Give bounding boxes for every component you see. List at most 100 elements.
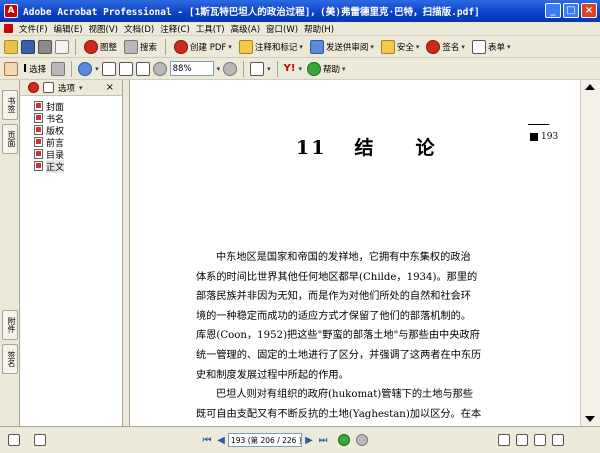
chapter-number: 11 (296, 137, 327, 159)
help-icon (306, 61, 321, 76)
panel-splitter[interactable] (123, 80, 130, 426)
next-page-icon[interactable]: ▶ (302, 433, 316, 447)
open-folder-icon[interactable] (4, 39, 18, 54)
actual-size-icon[interactable] (101, 61, 116, 76)
menu-comments[interactable]: 注释(C) (160, 23, 190, 35)
menu-tools[interactable]: 工具(T) (196, 23, 225, 35)
sign-button[interactable]: 签名 ▾ (424, 38, 467, 56)
chevron-down-icon[interactable]: ▾ (217, 65, 221, 73)
yahoo-icon[interactable]: Y! (284, 63, 296, 74)
scroll-up-icon[interactable] (585, 84, 595, 90)
zoom-level-field[interactable]: 88% (169, 61, 214, 76)
create-pdf-button[interactable]: 创建 PDF ▾ (172, 38, 234, 56)
chapter-title-char: 结 (354, 137, 376, 159)
page-number-field[interactable]: 193 (第 206 / 226 页) (228, 433, 302, 447)
text-line: 体系的时间比世界其他任何地区都早(Childe，1934)。那里的 (196, 271, 478, 283)
zoom-out-icon[interactable] (152, 61, 167, 76)
chevron-down-icon[interactable]: ▾ (267, 65, 271, 73)
continuous-page-icon[interactable] (516, 434, 528, 446)
send-review-label: 发送供审阅 (325, 42, 369, 53)
file-toolbar: 图整 搜索 创建 PDF ▾ 注释和标记 ▾ 发送供审阅 ▾ 安全 ▾ 签名 ▾… (0, 36, 600, 58)
chevron-down-icon: ▾ (342, 64, 346, 73)
help-label: 帮助 (322, 64, 340, 75)
toolbar-divider (243, 60, 245, 77)
toolbar-divider (165, 38, 167, 55)
search-button[interactable]: 搜索 (122, 38, 159, 56)
last-page-icon[interactable]: ⏭ (316, 433, 330, 447)
menu-advanced[interactable]: 高级(A) (231, 23, 260, 35)
hand-tool-icon[interactable] (4, 61, 18, 76)
chevron-down-icon: ▾ (461, 42, 465, 51)
tab-bookmarks[interactable]: 书签 (2, 90, 18, 120)
text-line: 库恩(Coon，1952)把这些"野蛮的部落土地"与那些由中央政府 (196, 330, 480, 342)
go-forward-icon[interactable] (356, 434, 368, 446)
bookmark-item[interactable]: 书名 (34, 112, 122, 125)
scroll-down-icon[interactable] (585, 416, 595, 422)
delete-bookmark-icon[interactable] (28, 82, 39, 93)
bookmark-item-selected[interactable]: 正文 (34, 159, 122, 173)
zoom-in-icon[interactable] (78, 61, 93, 76)
email-icon[interactable] (55, 39, 69, 54)
close-icon[interactable]: × (106, 82, 114, 93)
menu-file[interactable]: 文件(F) (19, 23, 48, 35)
first-page-icon[interactable]: ⏮ (200, 433, 214, 447)
continuous-facing-icon[interactable] (552, 434, 564, 446)
text-cursor-icon: I (23, 62, 28, 75)
sign-icon (426, 39, 441, 54)
page-layout-icon[interactable] (250, 61, 265, 76)
help-button[interactable]: 帮助 ▾ (305, 60, 348, 78)
menu-view[interactable]: 视图(V) (89, 23, 118, 35)
tab-attachments[interactable]: 附件 (2, 310, 18, 340)
vertical-scrollbar[interactable] (580, 80, 600, 426)
document-properties-icon[interactable] (34, 434, 46, 446)
minimize-button[interactable]: _ (545, 3, 561, 18)
new-bookmark-icon[interactable] (43, 82, 54, 93)
options-menu[interactable]: 选项 (58, 82, 75, 94)
menu-help[interactable]: 帮助(H) (304, 23, 334, 35)
page-header-rule (528, 124, 549, 125)
fit-width-icon[interactable] (135, 61, 150, 76)
menu-window[interactable]: 窗口(W) (266, 23, 298, 35)
navigation-pane-tabs: 书签 页面 附件 签名 (0, 80, 20, 426)
select-label: 选择 (29, 64, 47, 75)
organizer-button[interactable]: 图整 (82, 38, 119, 56)
bookmarks-panel-header: 选项 ▾ × (20, 80, 122, 96)
comment-markup-button[interactable]: 注释和标记 ▾ (237, 38, 305, 56)
single-page-icon[interactable] (498, 434, 510, 446)
chevron-down-icon[interactable]: ▾ (79, 84, 83, 92)
bookmark-item[interactable]: 封面 (34, 100, 122, 113)
bookmark-item[interactable]: 目录 (34, 148, 122, 161)
menu-document[interactable]: 文档(D) (124, 23, 154, 35)
secure-button[interactable]: 安全 ▾ (379, 38, 422, 56)
forms-icon (471, 39, 486, 54)
select-tool-button[interactable]: I 选择 (21, 60, 48, 78)
tab-pages[interactable]: 页面 (2, 124, 18, 154)
organizer-icon (84, 39, 98, 54)
zoom-in-plus-icon[interactable] (223, 61, 238, 76)
bookmark-item[interactable]: 版权 (34, 124, 122, 137)
body-paragraph: 中东地区是国家和帝国的发祥地，它拥有中东集权的政治 体系的时间比世界其他任何地区… (196, 248, 519, 385)
bookmark-item[interactable]: 前言 (34, 136, 122, 149)
close-button[interactable]: × (581, 3, 597, 18)
bookmark-icon (34, 125, 43, 135)
binoculars-icon (124, 39, 139, 54)
snapshot-icon[interactable] (51, 61, 66, 76)
chevron-down-icon[interactable]: ▾ (95, 65, 99, 73)
facing-page-icon[interactable] (534, 434, 546, 446)
send-review-button[interactable]: 发送供审阅 ▾ (308, 38, 376, 56)
menu-edit[interactable]: 编辑(E) (54, 23, 83, 35)
fit-page-icon[interactable] (118, 61, 133, 76)
print-icon[interactable] (38, 39, 52, 54)
save-icon[interactable] (21, 39, 35, 54)
go-back-icon[interactable] (338, 434, 350, 446)
forms-button[interactable]: 表单 ▾ (470, 38, 513, 56)
chevron-down-icon[interactable]: ▾ (298, 65, 302, 73)
document-view[interactable]: 193 11 结 论 中东地区是国家和帝国的发祥地，它拥有中东集权的政治 体系的时间… (130, 80, 580, 426)
text-line: 境的一种稳定而成功的适应方式才保留了他们的部落机制的。 (196, 310, 472, 322)
bookmarks-panel: 选项 ▾ × 封面 书名 版权 前言 目录 正文 (20, 80, 123, 426)
tab-signatures[interactable]: 签名 (2, 344, 18, 374)
document-menu-icon[interactable] (4, 24, 13, 33)
maximize-button[interactable]: □ (563, 3, 579, 18)
previous-page-icon[interactable]: ◀ (214, 433, 228, 447)
page-view-icon[interactable] (8, 434, 20, 446)
